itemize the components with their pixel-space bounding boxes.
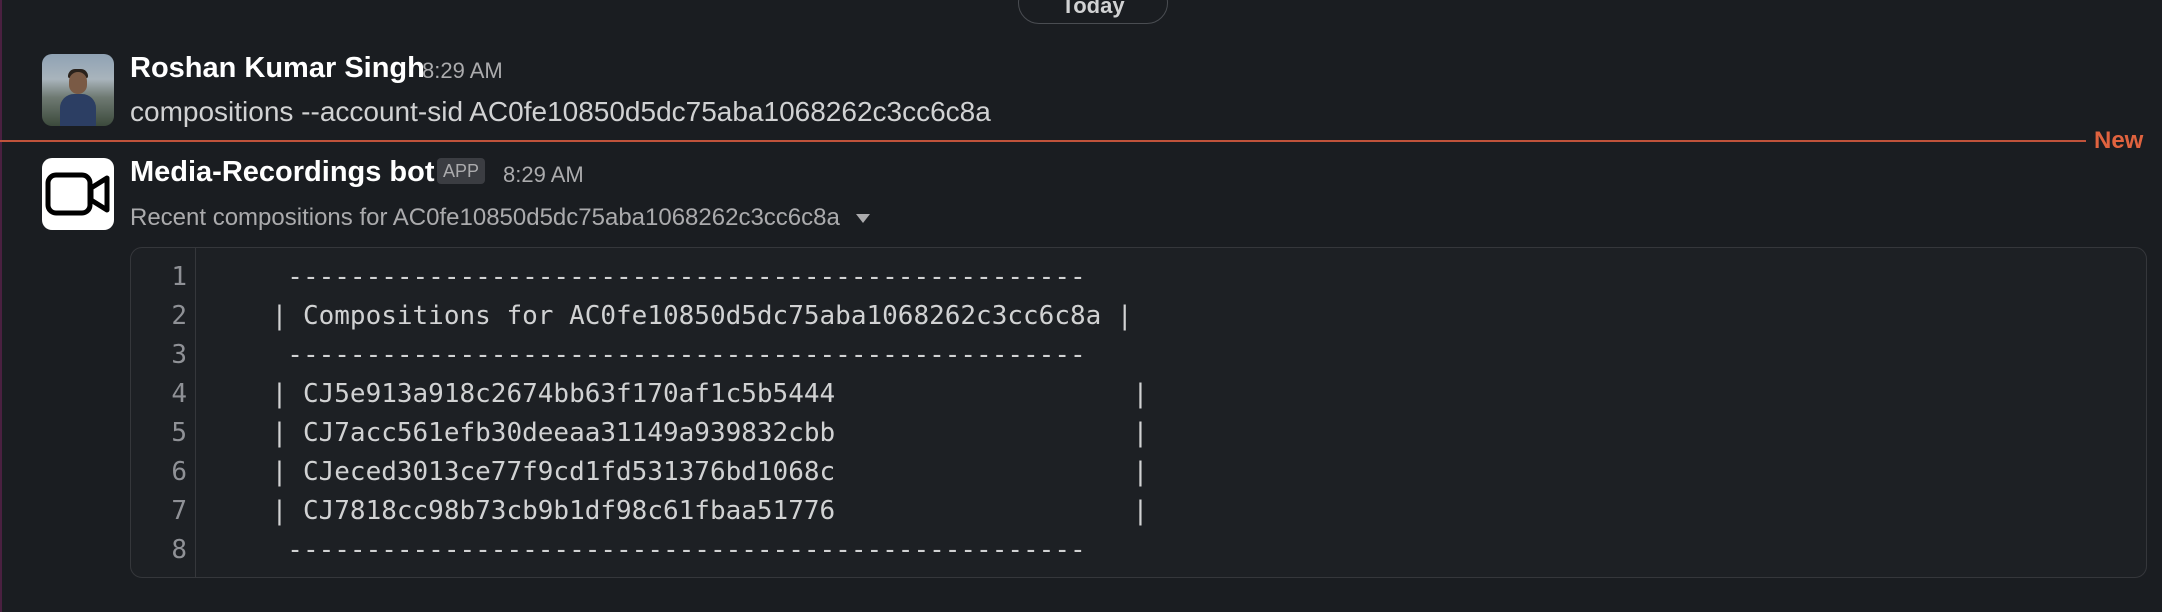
date-divider-button[interactable]: Today	[1018, 0, 1168, 24]
line-number-gutter	[131, 248, 196, 577]
message-author[interactable]: Media-Recordings bot	[130, 156, 435, 189]
sidebar-edge	[0, 0, 2, 612]
code-line: | CJ7acc561efb30deeaa31149a939832cbb |	[256, 418, 1149, 448]
code-line: | CJ7818cc98b73cb9b1df98c61fbaa51776 |	[256, 496, 1149, 526]
attachment-toggle[interactable]: Recent compositions for AC0fe10850d5dc75…	[130, 204, 870, 232]
message-timestamp[interactable]: 8:29 AM	[422, 58, 503, 84]
code-line: ----------------------------------------…	[256, 340, 1086, 370]
line-number: 3	[171, 340, 187, 370]
message-text: compositions --account-sid AC0fe10850d5d…	[130, 96, 991, 127]
message-author[interactable]: Roshan Kumar Singh	[130, 52, 425, 85]
code-line: | CJ5e913a918c2674bb63f170af1c5b5444 |	[256, 379, 1149, 409]
code-line: | Compositions for AC0fe10850d5dc75aba10…	[256, 301, 1133, 331]
code-line: ----------------------------------------…	[256, 535, 1086, 565]
date-divider-label: Today	[1061, 0, 1125, 18]
video-camera-icon[interactable]	[42, 158, 114, 230]
code-line: ----------------------------------------…	[256, 262, 1086, 292]
attachment-title: Recent compositions for AC0fe10850d5dc75…	[130, 204, 840, 231]
line-number: 1	[171, 262, 187, 292]
caret-down-icon[interactable]	[855, 214, 870, 224]
line-number: 4	[171, 379, 187, 409]
code-block: 1 --------------------------------------…	[130, 247, 2147, 578]
line-number: 6	[171, 457, 187, 487]
line-number: 7	[171, 496, 187, 526]
line-number: 2	[171, 301, 187, 331]
new-messages-divider	[0, 140, 2086, 142]
new-messages-label: New	[2094, 127, 2144, 154]
line-number: 8	[171, 535, 187, 565]
line-number: 5	[171, 418, 187, 448]
message-timestamp[interactable]: 8:29 AM	[503, 162, 584, 188]
avatar[interactable]	[42, 54, 114, 126]
code-line: | CJeced3013ce77f9cd1fd531376bd1068c |	[256, 457, 1149, 487]
app-badge: APP	[437, 158, 486, 184]
